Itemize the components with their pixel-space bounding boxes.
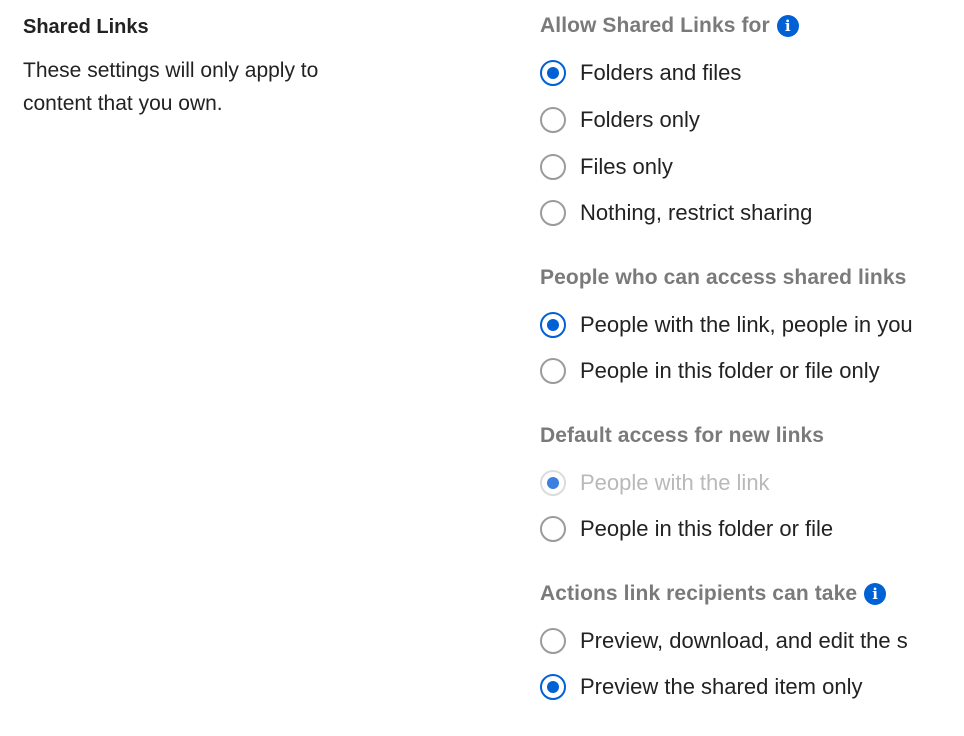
people-access-heading-text: People who can access shared links — [540, 266, 907, 289]
radio-default-people-in-folder-or-file[interactable]: People in this folder or file — [540, 514, 833, 544]
radio-folders-and-files[interactable]: Folders and files — [540, 58, 741, 88]
radio-button — [540, 470, 566, 496]
option-label: People with the link — [580, 470, 770, 495]
default-access-heading-text: Default access for new links — [540, 424, 825, 447]
radio-button[interactable] — [540, 674, 566, 700]
people-access-heading: People who can access shared links — [540, 265, 906, 291]
radio-nothing-restrict-sharing[interactable]: Nothing, restrict sharing — [540, 198, 812, 228]
option-label: People in this folder or file only — [580, 358, 880, 383]
option-label: Preview the shared item only — [580, 674, 863, 699]
radio-default-people-with-link: People with the link — [540, 468, 770, 498]
radio-preview-download-edit[interactable]: Preview, download, and edit the s — [540, 626, 908, 656]
section-description: These settings will only apply to conten… — [23, 59, 319, 115]
allow-shared-links-heading: Allow Shared Links for i — [540, 13, 799, 39]
shared-links-settings: Allow Shared Links for i Folders and fil… — [540, 0, 964, 736]
radio-button[interactable] — [540, 516, 566, 542]
info-icon[interactable]: i — [864, 583, 887, 605]
radio-preview-only[interactable]: Preview the shared item only — [540, 672, 862, 702]
radio-files-only[interactable]: Files only — [540, 152, 673, 182]
info-icon[interactable]: i — [776, 15, 799, 37]
recipient-actions-heading-text: Actions link recipients can take — [540, 582, 858, 605]
recipient-actions-heading: Actions link recipients can take i — [540, 581, 887, 607]
radio-button[interactable] — [540, 358, 566, 384]
option-label: Folders and files — [580, 60, 742, 85]
radio-button[interactable] — [540, 154, 566, 180]
radio-button[interactable] — [540, 107, 566, 133]
option-label: People with the link, people in you — [580, 312, 913, 337]
radio-folders-only[interactable]: Folders only — [540, 105, 700, 135]
radio-people-in-folder-or-file-only[interactable]: People in this folder or file only — [540, 356, 880, 386]
option-label: Files only — [580, 154, 673, 179]
allow-shared-links-heading-text: Allow Shared Links for — [540, 14, 770, 37]
radio-button[interactable] — [540, 200, 566, 226]
radio-button[interactable] — [540, 628, 566, 654]
option-label: Folders only — [580, 107, 700, 132]
option-label: People in this folder or file — [580, 516, 834, 541]
radio-button[interactable] — [540, 60, 566, 86]
radio-people-with-link[interactable]: People with the link, people in you — [540, 310, 913, 340]
default-access-heading: Default access for new links — [540, 423, 824, 449]
section-title: Shared Links — [23, 16, 149, 38]
option-label: Nothing, restrict sharing — [580, 200, 813, 225]
radio-button[interactable] — [540, 312, 566, 338]
shared-links-section-info: Shared Links These settings will only ap… — [23, 14, 443, 120]
option-label: Preview, download, and edit the s — [580, 628, 908, 653]
